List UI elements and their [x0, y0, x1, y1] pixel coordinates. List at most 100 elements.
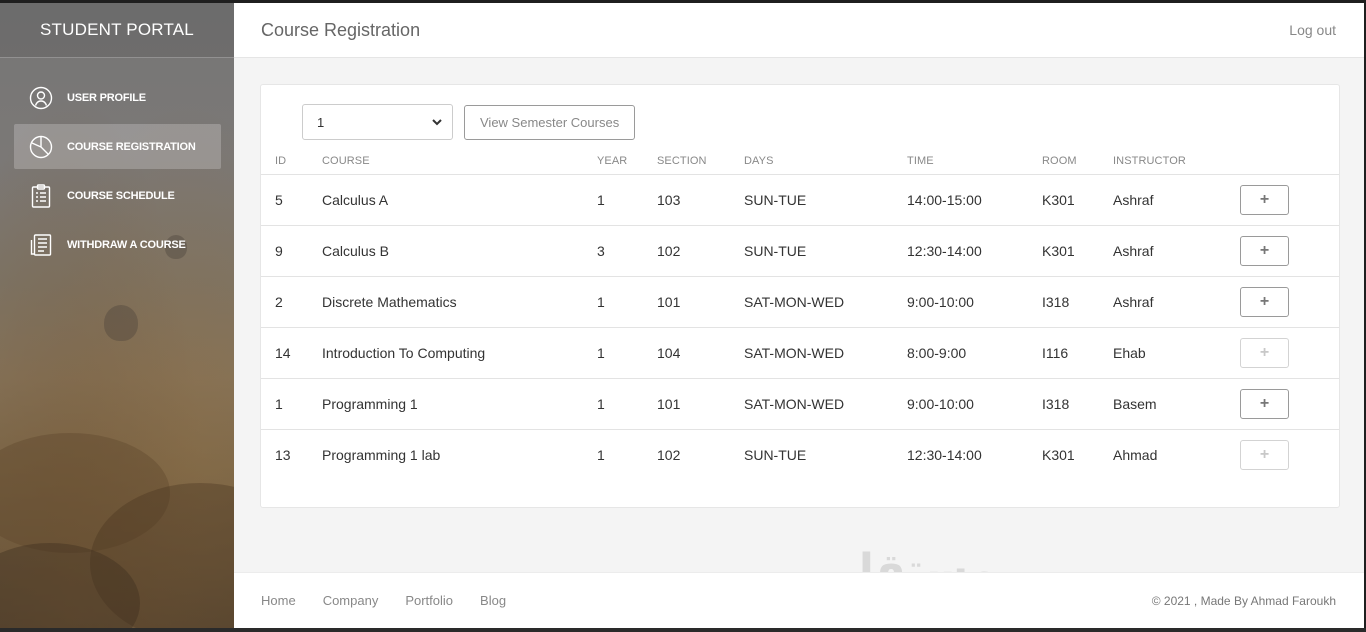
- cell-instructor: Ashraf: [1113, 173, 1240, 225]
- sidebar: STUDENT PORTAL USER PROFILE COURSE REGIS…: [0, 3, 234, 628]
- cell-id: 2: [261, 275, 322, 327]
- cell-year: 1: [597, 275, 657, 327]
- cell-section: 101: [657, 275, 744, 327]
- cell-room: K301: [1042, 224, 1113, 276]
- cell-time: 12:30-14:00: [907, 224, 1042, 276]
- add-course-button[interactable]: +: [1240, 184, 1289, 215]
- cell-section: 104: [657, 326, 744, 378]
- sidebar-item-label: USER PROFILE: [67, 91, 146, 104]
- window-bottom-border: [0, 628, 1366, 632]
- semester-select[interactable]: 1: [302, 104, 453, 140]
- cell-room: I318: [1042, 275, 1113, 327]
- add-course-button-disabled[interactable]: +: [1240, 439, 1289, 470]
- cell-days: SUN-TUE: [744, 428, 907, 480]
- cell-course: Programming 1 lab: [322, 428, 597, 480]
- column-header-time: TIME: [907, 155, 934, 168]
- cell-action: +: [1240, 326, 1339, 378]
- cell-course: Discrete Mathematics: [322, 275, 597, 327]
- cell-section: 102: [657, 428, 744, 480]
- main-content: Course Registration Log out 1 View Semes…: [234, 3, 1364, 628]
- sidebar-item-course-registration[interactable]: COURSE REGISTRATION: [14, 124, 221, 169]
- pie-chart-icon: [28, 134, 54, 160]
- copyright-text: © 2021 , Made By Ahmad Faroukh: [1151, 593, 1336, 608]
- cell-action: +: [1240, 173, 1339, 225]
- cell-time: 9:00-10:00: [907, 377, 1042, 429]
- column-header-room: ROOM: [1042, 155, 1077, 168]
- cell-time: 9:00-10:00: [907, 275, 1042, 327]
- table-row: 1 Programming 1 1 101 SAT-MON-WED 9:00-1…: [261, 377, 1339, 429]
- view-semester-courses-button[interactable]: View Semester Courses: [464, 104, 636, 140]
- cell-year: 1: [597, 428, 657, 480]
- table-row: 13 Programming 1 lab 1 102 SUN-TUE 12:30…: [261, 428, 1339, 480]
- chevron-down-icon: [432, 119, 442, 126]
- brand-title[interactable]: STUDENT PORTAL: [0, 3, 234, 58]
- cell-instructor: Ashraf: [1113, 224, 1240, 276]
- cell-section: 102: [657, 224, 744, 276]
- sidebar-nav: USER PROFILE COURSE REGISTRATION COURSE …: [0, 75, 234, 267]
- add-course-button[interactable]: +: [1240, 388, 1289, 419]
- sidebar-item-course-schedule[interactable]: COURSE SCHEDULE: [14, 173, 221, 218]
- cell-room: I318: [1042, 377, 1113, 429]
- column-header-section: SECTION: [657, 155, 707, 168]
- table-row: 5 Calculus A 1 103 SUN-TUE 14:00-15:00 K…: [261, 173, 1339, 225]
- footer-link-portfolio[interactable]: Portfolio: [405, 593, 453, 608]
- cell-instructor: Ashraf: [1113, 275, 1240, 327]
- column-header-course: COURSE: [322, 155, 370, 168]
- logout-link[interactable]: Log out: [1289, 22, 1336, 38]
- add-course-button[interactable]: +: [1240, 235, 1289, 266]
- page-title: Course Registration: [261, 19, 421, 40]
- sidebar-item-label: COURSE SCHEDULE: [67, 189, 175, 202]
- footer-links: Home Company Portfolio Blog: [261, 593, 533, 608]
- cell-time: 12:30-14:00: [907, 428, 1042, 480]
- cell-course: Calculus B: [322, 224, 597, 276]
- cell-room: K301: [1042, 428, 1113, 480]
- semester-select-value: 1: [317, 114, 325, 130]
- add-course-button[interactable]: +: [1240, 286, 1289, 317]
- cell-room: I116: [1042, 326, 1113, 378]
- cell-action: +: [1240, 275, 1339, 327]
- footer-link-company[interactable]: Company: [323, 593, 379, 608]
- sidebar-item-withdraw-course[interactable]: WITHDRAW A COURSE: [14, 222, 221, 267]
- cell-instructor: Ahmad: [1113, 428, 1240, 480]
- sidebar-item-user-profile[interactable]: USER PROFILE: [14, 75, 221, 120]
- column-header-days: DAYS: [744, 155, 774, 168]
- add-course-button-disabled[interactable]: +: [1240, 337, 1289, 368]
- courses-table: ID COURSE YEAR SECTION DAYS TIME ROOM IN…: [261, 149, 1339, 480]
- cell-time: 8:00-9:00: [907, 326, 1042, 378]
- cell-instructor: Ehab: [1113, 326, 1240, 378]
- cell-days: SUN-TUE: [744, 224, 907, 276]
- footer-link-blog[interactable]: Blog: [480, 593, 506, 608]
- column-header-id: ID: [275, 155, 287, 168]
- document-icon: [28, 232, 54, 258]
- cell-days: SAT-MON-WED: [744, 326, 907, 378]
- table-row: 9 Calculus B 3 102 SUN-TUE 12:30-14:00 K…: [261, 224, 1339, 276]
- cell-action: +: [1240, 224, 1339, 276]
- cell-section: 101: [657, 377, 744, 429]
- background-balloon: [104, 305, 138, 341]
- cell-course: Programming 1: [322, 377, 597, 429]
- column-header-action: [1240, 149, 1339, 174]
- table-row: 14 Introduction To Computing 1 104 SAT-M…: [261, 326, 1339, 378]
- cell-id: 14: [261, 326, 322, 378]
- cell-action: +: [1240, 377, 1339, 429]
- cell-instructor: Basem: [1113, 377, 1240, 429]
- sidebar-item-label: WITHDRAW A COURSE: [67, 238, 186, 251]
- clipboard-icon: [28, 183, 54, 209]
- page-footer: Home Company Portfolio Blog © 2021 , Mad…: [234, 572, 1364, 628]
- top-header: Course Registration Log out: [234, 3, 1364, 58]
- cell-time: 14:00-15:00: [907, 173, 1042, 225]
- cell-course: Introduction To Computing: [322, 326, 597, 378]
- sidebar-item-label: COURSE REGISTRATION: [67, 140, 196, 153]
- cell-year: 3: [597, 224, 657, 276]
- column-header-year: YEAR: [597, 155, 628, 168]
- cell-section: 103: [657, 173, 744, 225]
- course-list-card: 1 View Semester Courses ID COURSE YEAR S…: [260, 84, 1340, 508]
- cell-year: 1: [597, 326, 657, 378]
- cell-room: K301: [1042, 173, 1113, 225]
- user-icon: [28, 85, 54, 111]
- footer-link-home[interactable]: Home: [261, 593, 296, 608]
- cell-days: SUN-TUE: [744, 173, 907, 225]
- cell-year: 1: [597, 173, 657, 225]
- cell-days: SAT-MON-WED: [744, 377, 907, 429]
- cell-id: 9: [261, 224, 322, 276]
